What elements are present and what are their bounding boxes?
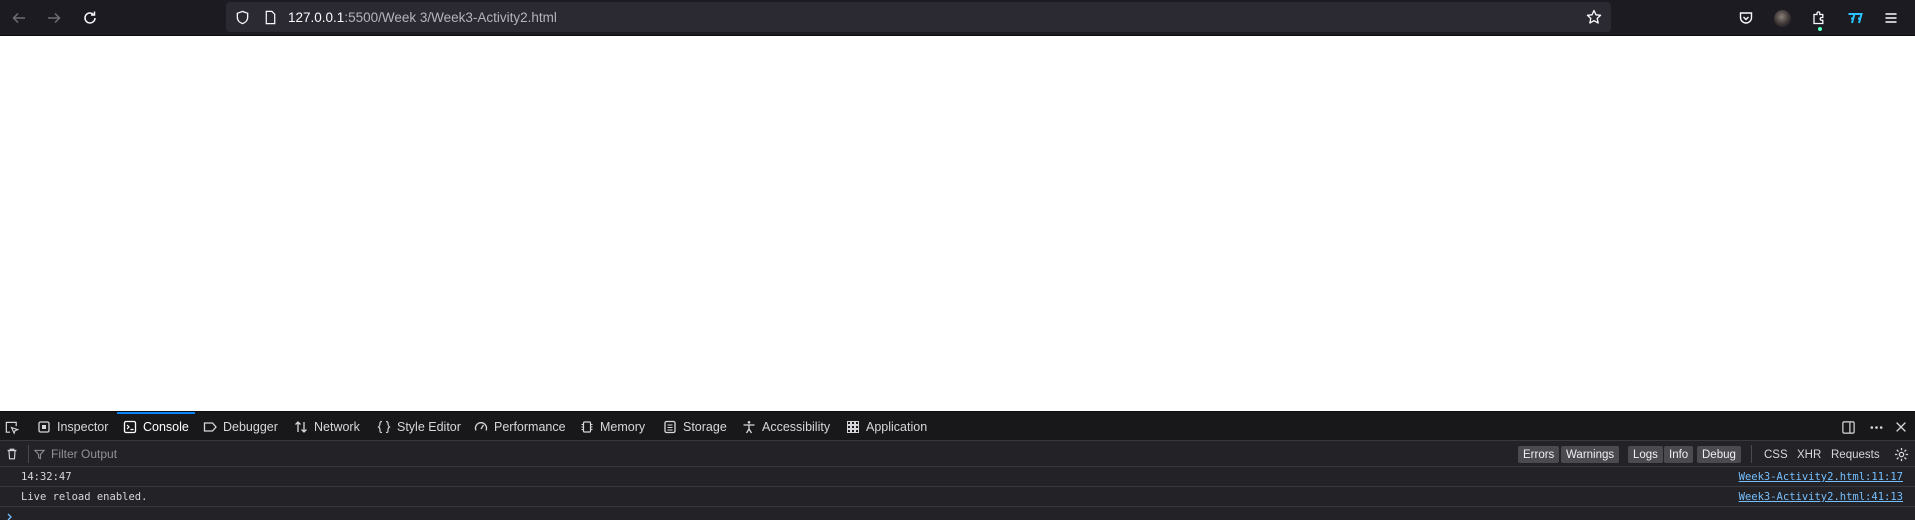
filter-icon <box>34 449 45 459</box>
pocket-button[interactable] <box>1733 5 1759 31</box>
back-button[interactable] <box>6 5 32 31</box>
tab-accessibility[interactable]: Accessibility <box>742 412 830 441</box>
reload-icon <box>84 11 96 24</box>
tab-performance[interactable]: Performance <box>474 412 566 441</box>
tab-inspector[interactable]: Inspector <box>37 412 108 441</box>
element-picker-icon[interactable] <box>3 419 19 435</box>
close-icon[interactable] <box>1893 419 1909 435</box>
url-text[interactable]: 127.0.0.1:5500/Week 3/Week3-Activity2.ht… <box>288 10 557 25</box>
tab-console[interactable]: Console <box>117 412 195 441</box>
browser-toolbar: 127.0.0.1:5500/Week 3/Week3-Activity2.ht… <box>0 0 1915 36</box>
log-source-link[interactable]: Week3-Activity2.html:41:13 <box>1739 491 1903 503</box>
page-content <box>0 36 1915 411</box>
filter-debug[interactable]: Debug <box>1697 446 1741 463</box>
hamburger-menu-icon <box>1885 13 1897 23</box>
arrow-left-icon <box>12 12 25 24</box>
filter-logs[interactable]: Logs <box>1628 446 1663 463</box>
reload-button[interactable] <box>77 5 103 31</box>
tab-label: Accessibility <box>762 419 831 434</box>
console-message: 14:32:47 Week3-Activity2.html:11:17 <box>0 467 1915 487</box>
filter-output-input[interactable]: Filter Output <box>34 445 1504 463</box>
menu-button[interactable] <box>1878 5 1904 31</box>
inspector-icon <box>38 420 50 433</box>
log-text: Live reload enabled. <box>21 491 148 503</box>
dock-side-icon[interactable] <box>1840 419 1856 435</box>
filter-xhr[interactable]: XHR <box>1797 446 1821 463</box>
trash-icon[interactable] <box>4 446 20 462</box>
filter-css[interactable]: CSS <box>1764 446 1788 463</box>
more-options-icon[interactable] <box>1868 419 1884 435</box>
tab-label: Storage <box>683 419 727 434</box>
divider <box>1751 445 1752 463</box>
arrow-right-icon <box>48 12 61 24</box>
filter-requests[interactable]: Requests <box>1831 446 1880 463</box>
memory-icon <box>581 420 593 433</box>
tab-storage[interactable]: Storage <box>663 412 727 441</box>
url-bar[interactable]: 127.0.0.1:5500/Week 3/Week3-Activity2.ht… <box>226 2 1611 32</box>
tab-label: Network <box>314 419 360 434</box>
notification-dot <box>1818 27 1822 31</box>
avatar <box>1773 9 1791 27</box>
application-icon <box>847 420 859 433</box>
extension-button[interactable] <box>1842 5 1868 31</box>
tab-label: Inspector <box>57 419 109 434</box>
filter-warnings[interactable]: Warnings <box>1561 446 1620 463</box>
puzzle-icon <box>1813 11 1824 25</box>
style-editor-icon <box>377 420 391 433</box>
divider <box>28 445 29 463</box>
gear-icon[interactable] <box>1893 446 1909 462</box>
log-source-link[interactable]: Week3-Activity2.html:11:17 <box>1739 471 1903 483</box>
storage-icon <box>664 420 676 433</box>
network-icon <box>295 420 307 433</box>
url-host: 127.0.0.1 <box>288 10 345 25</box>
tab-debugger[interactable]: Debugger <box>203 412 278 441</box>
forward-button[interactable] <box>41 5 67 31</box>
console-message: Live reload enabled. Week3-Activity2.htm… <box>0 487 1915 507</box>
chevron-right-icon <box>7 513 12 520</box>
performance-icon <box>474 421 488 431</box>
tab-label: Style Editor <box>397 419 461 434</box>
tab-label: Debugger <box>223 419 278 434</box>
shield-icon[interactable] <box>234 9 250 25</box>
console-prompt[interactable] <box>6 509 16 520</box>
accessibility-icon <box>743 420 755 433</box>
debugger-icon <box>203 421 217 432</box>
log-text: 14:32:47 <box>21 471 72 483</box>
extension-icon <box>1848 13 1863 24</box>
pocket-icon <box>1739 12 1753 24</box>
tab-label: Memory <box>600 419 646 434</box>
filter-errors[interactable]: Errors <box>1518 446 1560 463</box>
extensions-button[interactable] <box>1806 5 1832 31</box>
account-button[interactable] <box>1769 5 1795 31</box>
console-filter-bar: Filter Output Errors Warnings Logs Info … <box>0 441 1915 467</box>
url-path: :5500/Week 3/Week3-Activity2.html <box>344 10 557 25</box>
console-icon <box>123 420 137 433</box>
tab-network[interactable]: Network <box>294 412 360 441</box>
tab-memory[interactable]: Memory <box>580 412 645 441</box>
star-icon[interactable] <box>1586 9 1602 25</box>
tab-label: Console <box>143 419 189 434</box>
tab-application[interactable]: Application <box>846 412 927 441</box>
tab-label: Performance <box>494 419 566 434</box>
devtools-panel: Inspector Console Debugger Network Style… <box>0 411 1915 520</box>
tab-label: Application <box>866 419 928 434</box>
filter-placeholder: Filter Output <box>51 447 118 461</box>
page-icon[interactable] <box>262 9 278 25</box>
devtools-tab-bar: Inspector Console Debugger Network Style… <box>0 412 1915 441</box>
tab-style-editor[interactable]: Style Editor <box>377 412 461 441</box>
filter-info[interactable]: Info <box>1664 446 1694 463</box>
